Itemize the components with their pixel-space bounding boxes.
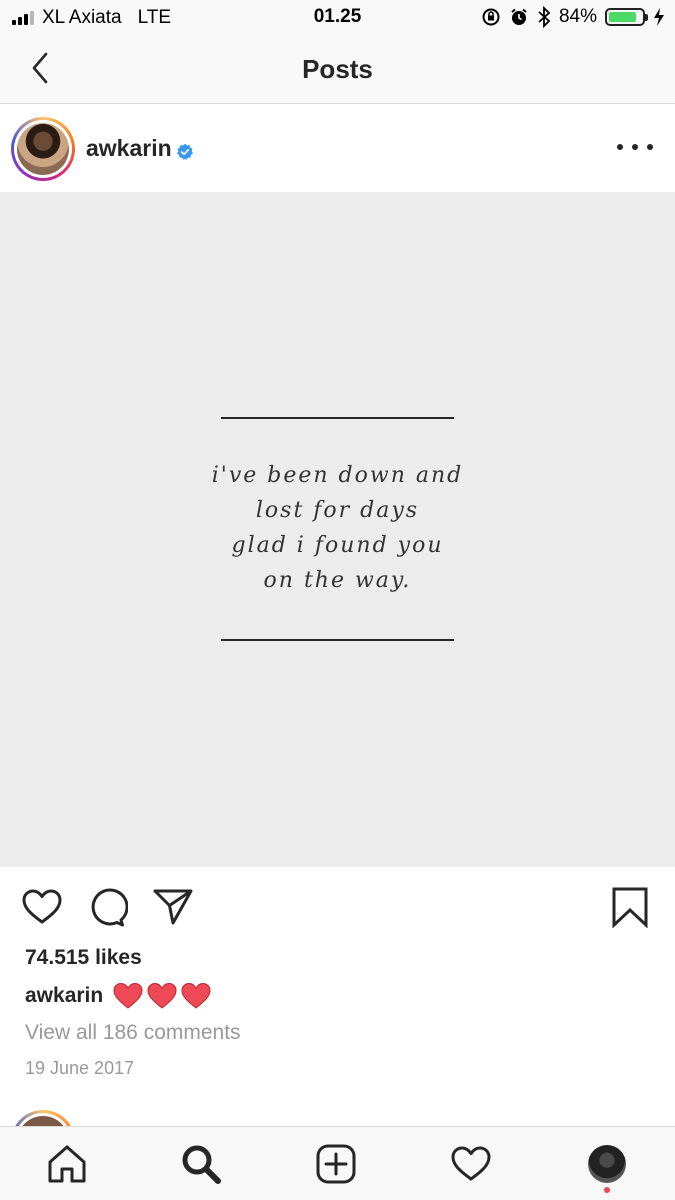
quote-line: on the way. — [263, 568, 412, 593]
share-icon[interactable] — [152, 886, 194, 928]
more-options-button[interactable] — [617, 135, 653, 159]
post-image[interactable]: i've been down and lost for days glad i … — [0, 192, 675, 867]
red-heart-emoji — [147, 982, 177, 1009]
quote-rule-top — [221, 417, 454, 419]
quote-line: lost for days — [255, 498, 420, 523]
quote-rule-bottom — [221, 639, 454, 641]
post-username[interactable]: awkarin — [86, 135, 172, 162]
bluetooth-icon — [538, 6, 551, 28]
avatar-border — [14, 120, 72, 178]
caption-hearts — [113, 982, 211, 1010]
page-title: Posts — [302, 54, 373, 84]
like-icon[interactable] — [21, 886, 63, 928]
view-comments-link[interactable]: View all 186 comments — [25, 1021, 241, 1045]
more-dot — [617, 144, 623, 150]
alarm-icon — [511, 8, 527, 25]
red-heart-emoji — [113, 982, 143, 1009]
battery-fill — [609, 12, 636, 22]
more-dot — [632, 144, 638, 150]
likes-count[interactable]: 74.515 likes — [25, 946, 142, 970]
status-bar-right: 84% — [481, 5, 665, 29]
heart-icon[interactable] — [450, 1143, 492, 1185]
add-icon[interactable] — [315, 1143, 357, 1185]
post-date: 19 June 2017 — [25, 1058, 135, 1078]
back-button[interactable] — [22, 48, 58, 88]
nav-header: Posts — [0, 36, 675, 104]
more-dot — [647, 144, 653, 150]
orientation-lock-icon — [482, 8, 500, 26]
save-bookmark-icon[interactable] — [609, 886, 651, 928]
battery-icon — [605, 8, 648, 26]
search-icon[interactable] — [180, 1143, 222, 1185]
comment-icon[interactable] — [86, 886, 128, 928]
caption-username[interactable]: awkarin — [25, 984, 103, 1008]
quote-line: i've been down and — [211, 463, 464, 488]
quote-line: glad i found you — [231, 533, 444, 558]
avatar-image — [17, 123, 69, 175]
status-bar: XL Axiata LTE 01.25 84% — [0, 0, 675, 36]
post-actions — [0, 868, 675, 944]
notification-dot — [604, 1187, 610, 1193]
profile-avatar[interactable] — [588, 1145, 626, 1183]
battery-percent: 84% — [558, 6, 597, 27]
home-icon[interactable] — [46, 1143, 88, 1185]
verified-badge-icon — [177, 143, 193, 160]
red-heart-emoji — [181, 982, 211, 1009]
chevron-left-icon — [32, 52, 48, 84]
tab-bar — [0, 1126, 675, 1200]
quote-text: i've been down and lost for days glad i … — [0, 458, 675, 598]
post-header: awkarin — [0, 105, 675, 191]
charging-icon — [654, 8, 664, 26]
avatar[interactable] — [11, 117, 75, 181]
caption: awkarin — [25, 982, 211, 1010]
